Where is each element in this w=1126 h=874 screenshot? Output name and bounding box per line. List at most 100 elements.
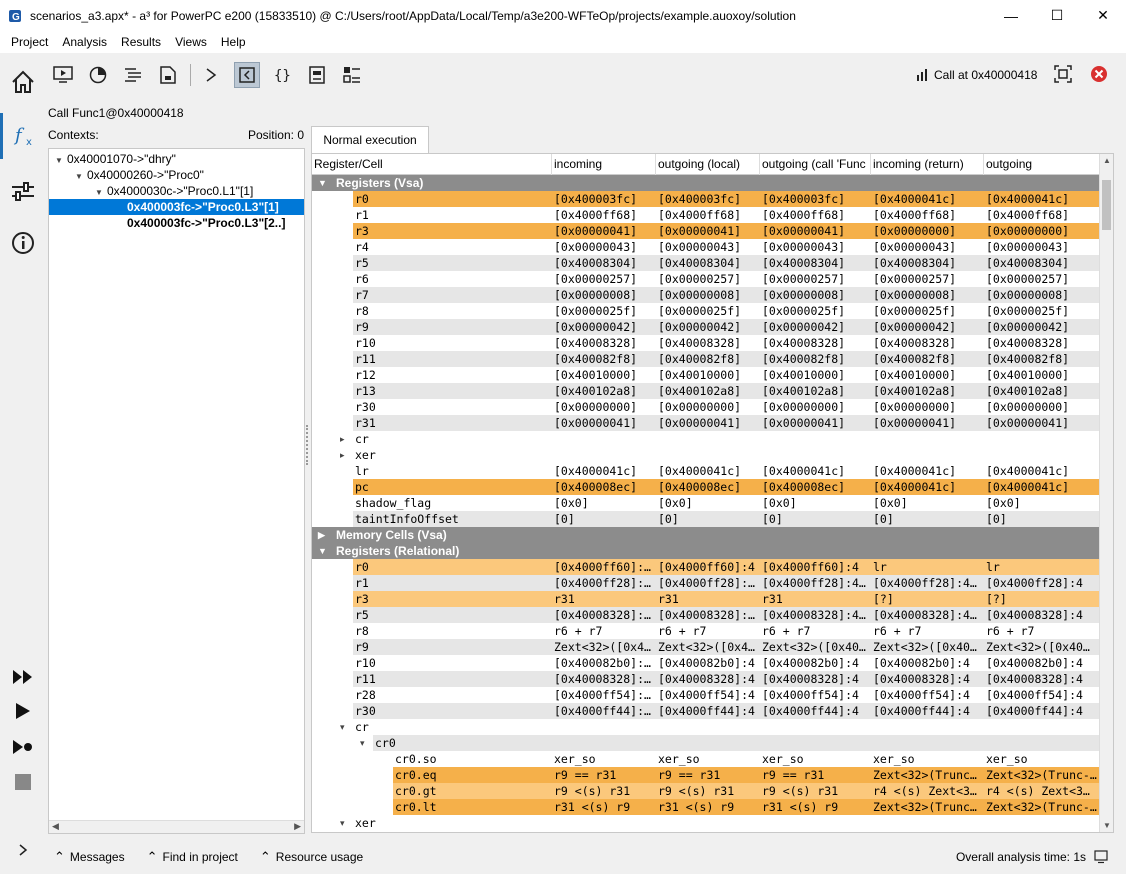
register-row[interactable]: taintInfoOffset [0] [0] [0] [0] [0] [312, 511, 1100, 527]
register-row[interactable]: ▾ xer [312, 815, 1100, 831]
settings-sliders-icon[interactable] [0, 168, 46, 214]
maximize-button[interactable]: ☐ [1034, 0, 1080, 31]
fullscreen-icon[interactable] [1054, 65, 1074, 85]
monitor-icon[interactable] [50, 62, 76, 88]
expand-arrow-icon[interactable]: ▾ [360, 735, 365, 751]
document-icon[interactable] [155, 62, 181, 88]
register-row[interactable]: r13 [0x400102a8] [0x400102a8] [0x400102a8][… [312, 383, 1100, 399]
layout-grid-icon[interactable] [339, 62, 365, 88]
register-row[interactable]: r10 [0x40008328] [0x40008328] [0x40008328] [… [312, 335, 1100, 351]
register-row[interactable]: ▸ xer [312, 447, 1100, 463]
register-row[interactable]: cr0.eq r9 == r31 r9 == r31 r9 == r31 Zext<32… [312, 767, 1100, 783]
expand-arrow-icon[interactable]: ▾ [340, 719, 345, 735]
tree-item[interactable]: 0x400003fc->"Proc0.L3"[2..] [49, 215, 304, 231]
group-row[interactable]: ▼ Registers (Relational) [312, 543, 1100, 559]
expand-arrow-icon[interactable]: ▸ [340, 447, 345, 463]
stop-icon[interactable] [10, 771, 36, 793]
column-header[interactable]: incoming [552, 154, 656, 175]
prompt-icon[interactable] [199, 62, 225, 88]
scrollbar-thumb[interactable] [1102, 180, 1111, 230]
column-header[interactable]: outgoing (call 'Func [760, 154, 871, 175]
group-row[interactable]: ▼ Registers (Vsa) [312, 175, 1100, 191]
minimize-button[interactable]: — [988, 0, 1034, 31]
tree-item[interactable]: ▼ 0x40001070->"dhry" [49, 151, 304, 167]
register-row[interactable]: r28 [0x4000ff54]:… [0x4000ff54]:4 [0x4000ff… [312, 687, 1100, 703]
group-row[interactable]: ▶ Memory Cells (Vsa) [312, 527, 1100, 543]
group-toggle-icon[interactable]: ▼ [318, 175, 327, 191]
braces-icon[interactable]: {} [269, 62, 295, 88]
info-icon[interactable] [0, 220, 46, 266]
register-row[interactable]: r10 [0x400082b0]:… [0x400082b0]:4 [0x400082… [312, 655, 1100, 671]
register-row[interactable]: r9 [0x00000042] [0x00000042] [0x00000042] [0… [312, 319, 1100, 335]
register-row[interactable]: r12 [0x40010000] [0x40010000] [0x40010000] [… [312, 367, 1100, 383]
column-header[interactable]: outgoing (local) [656, 154, 760, 175]
register-row[interactable]: ▾ cr0 [312, 735, 1100, 751]
register-value-cell: [0x00000041] [871, 415, 984, 431]
register-row[interactable]: lr [0x4000041c] [0x4000041c] [0x4000041c] [0… [312, 463, 1100, 479]
register-row[interactable]: ▸ cr [312, 431, 1100, 447]
register-row[interactable]: r11 [0x400082f8] [0x400082f8] [0x400082f8][… [312, 351, 1100, 367]
register-row[interactable]: r5 [0x40008304] [0x40008304] [0x40008304] [0… [312, 255, 1100, 271]
register-row[interactable]: r0 [0x400003fc] [0x400003fc] [0x400003fc] [0… [312, 191, 1100, 207]
group-toggle-icon[interactable]: ▶ [318, 527, 325, 543]
expand-arrow-icon[interactable]: ▸ [340, 431, 345, 447]
menu-project[interactable]: Project [4, 35, 55, 49]
register-value-cell: [0x00000041] [552, 415, 656, 431]
register-row[interactable]: r31 [0x00000041] [0x00000041] [0x00000041][… [312, 415, 1100, 431]
register-row[interactable]: r1 [0x4000ff28]:… [0x4000ff28]:… [0x4000ff2… [312, 575, 1100, 591]
column-header[interactable]: incoming (return) [871, 154, 984, 175]
register-row[interactable]: r5 [0x40008328]:… [0x40008328]:… [0x4000832… [312, 607, 1100, 623]
menu-help[interactable]: Help [214, 35, 253, 49]
column-header[interactable]: outgoing [984, 154, 1100, 175]
register-row[interactable]: r30 [0x4000ff44]:… [0x4000ff44]:4 [0x4000ff… [312, 703, 1100, 719]
register-value-cell: [0x00000257] [986, 272, 1070, 286]
step-icon[interactable] [10, 736, 36, 758]
register-row[interactable]: r6 [0x00000257] [0x00000257] [0x00000257] [0… [312, 271, 1100, 287]
register-row[interactable]: cr0.so xer_so xer_so xer_so xer_so xer_so [312, 751, 1100, 767]
messages-button[interactable]: ⌃ Messages [54, 849, 125, 865]
menu-analysis[interactable]: Analysis [55, 35, 114, 49]
register-row[interactable]: r1 [0x4000ff68] [0x4000ff68] [0x4000ff68] [0… [312, 207, 1100, 223]
register-row[interactable]: r3 r31 r31 r31 [?] [?] [312, 591, 1100, 607]
grid-vertical-scrollbar[interactable]: ▲ ▼ [1099, 154, 1113, 832]
group-toggle-icon[interactable]: ▼ [318, 543, 327, 559]
find-in-project-button[interactable]: ⌃ Find in project [147, 849, 238, 865]
register-row[interactable]: r8 r6 + r7 r6 + r7 r6 + r7 r6 + r7 r6 + r7 [312, 623, 1100, 639]
tab-normal-execution[interactable]: Normal execution [311, 126, 429, 153]
splitter-handle[interactable] [306, 425, 309, 465]
register-value-cell: [0x400082f8] [656, 351, 760, 367]
register-row[interactable]: r8 [0x0000025f] [0x0000025f] [0x0000025f] [0… [312, 303, 1100, 319]
register-row[interactable]: cr0.lt r31 <(s) r9 r31 <(s) r9 r31 <(s) r9 Z… [312, 799, 1100, 815]
close-window-button[interactable]: ✕ [1080, 0, 1126, 31]
monitor-status-icon[interactable] [1094, 849, 1108, 864]
panel-left-icon[interactable] [234, 62, 260, 88]
tree-horizontal-scrollbar[interactable]: ◀ ▶ [49, 820, 304, 833]
function-icon[interactable]: fx [0, 113, 46, 159]
tree-item[interactable]: ▼ 0x40000260->"Proc0" [49, 167, 304, 183]
register-row[interactable]: cr0.gt r9 <(s) r31 r9 <(s) r31 r9 <(s) r31 r… [312, 783, 1100, 799]
register-row[interactable]: ▾ cr [312, 719, 1100, 735]
menu-results[interactable]: Results [114, 35, 168, 49]
register-row[interactable]: pc [0x400008ec] [0x400008ec] [0x400008ec] [0… [312, 479, 1100, 495]
register-row[interactable]: r7 [0x00000008] [0x00000008] [0x00000008] [0… [312, 287, 1100, 303]
menu-views[interactable]: Views [168, 35, 214, 49]
column-header[interactable]: Register/Cell [312, 154, 552, 175]
register-row[interactable]: shadow_flag [0x0] [0x0] [0x0] [0x0] [0x0] [312, 495, 1100, 511]
list-icon[interactable] [120, 62, 146, 88]
register-row[interactable]: r30 [0x00000000] [0x00000000] [0x00000000] [… [312, 399, 1100, 415]
home-icon[interactable] [0, 59, 46, 105]
close-view-icon[interactable] [1090, 65, 1110, 85]
register-row[interactable]: r0 [0x4000ff60]:… [0x4000ff60]:4 [0x4000ff6… [312, 559, 1100, 575]
memory-icon[interactable] [304, 62, 330, 88]
resource-usage-button[interactable]: ⌃ Resource usage [260, 849, 363, 865]
register-row[interactable]: r3 [0x00000041] [0x00000041] [0x00000041] [0… [312, 223, 1100, 239]
fast-forward-icon[interactable] [10, 666, 36, 688]
tree-item[interactable]: 0x400003fc->"Proc0.L3"[1] [49, 199, 304, 215]
expand-arrow-icon[interactable]: ▾ [340, 815, 345, 831]
pie-chart-icon[interactable] [85, 62, 111, 88]
tree-item[interactable]: ▼ 0x4000030c->"Proc0.L1"[1] [49, 183, 304, 199]
play-icon[interactable] [10, 700, 36, 722]
register-row[interactable]: r4 [0x00000043] [0x00000043] [0x00000043] [0… [312, 239, 1100, 255]
register-row[interactable]: r11 [0x40008328]:… [0x40008328]:4 [0x400083… [312, 671, 1100, 687]
register-row[interactable]: r9 Zext<32>([0x4… Zext<32>([0x4… Zext<32>([… [312, 639, 1100, 655]
